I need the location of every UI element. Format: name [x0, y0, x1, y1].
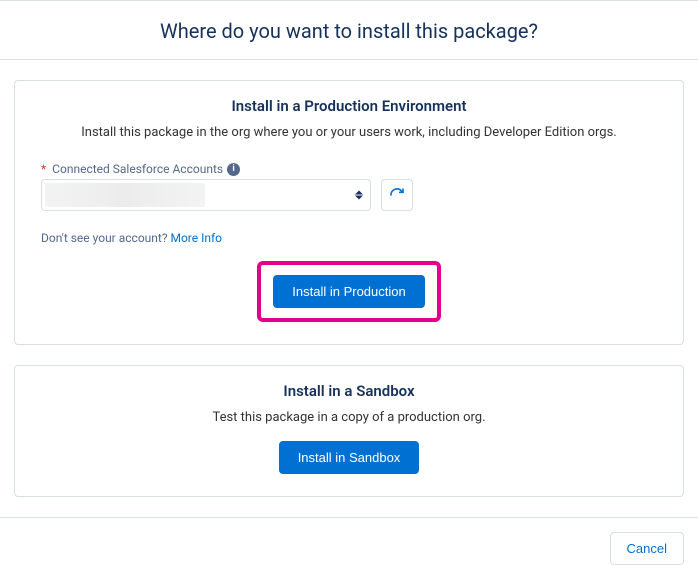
production-card: Install in a Production Environment Inst…	[14, 80, 684, 345]
cancel-button[interactable]: Cancel	[610, 532, 684, 565]
accounts-select[interactable]	[41, 179, 371, 211]
production-title: Install in a Production Environment	[41, 97, 657, 115]
info-icon[interactable]: i	[227, 163, 240, 176]
sandbox-card: Install in a Sandbox Test this package i…	[14, 365, 684, 497]
refresh-accounts-button[interactable]	[381, 179, 413, 211]
accounts-select-wrap	[41, 179, 371, 211]
install-sandbox-button[interactable]: Install in Sandbox	[279, 441, 420, 474]
hint-prefix: Don't see your account?	[41, 231, 170, 245]
production-description: Install this package in the org where yo…	[41, 125, 657, 140]
accounts-field-label: * Connected Salesforce Accounts i	[41, 162, 657, 176]
install-production-highlight: Install in Production	[257, 261, 440, 322]
page-title: Where do you want to install this packag…	[0, 1, 698, 59]
accounts-label-text: Connected Salesforce Accounts	[52, 162, 223, 176]
sandbox-title: Install in a Sandbox	[41, 382, 657, 400]
install-production-button[interactable]: Install in Production	[273, 275, 424, 308]
accounts-hint: Don't see your account? More Info	[41, 231, 657, 245]
footer: Cancel	[0, 517, 698, 565]
sandbox-description: Test this package in a copy of a product…	[41, 410, 657, 425]
refresh-icon	[389, 187, 405, 203]
required-asterisk: *	[41, 162, 46, 176]
more-info-link[interactable]: More Info	[170, 231, 222, 245]
